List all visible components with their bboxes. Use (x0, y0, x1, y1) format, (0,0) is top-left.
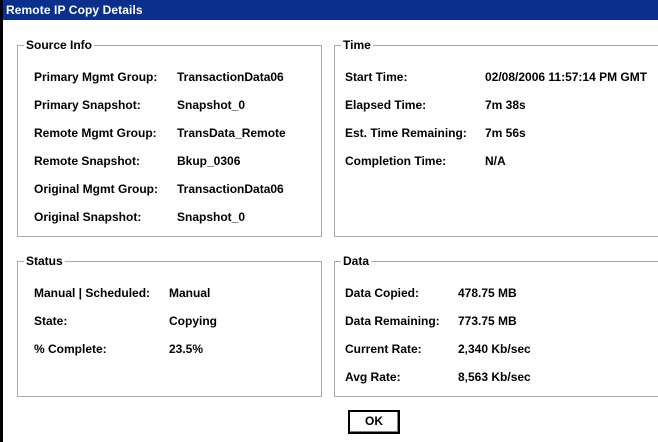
row-value: Bkup_0306 (177, 154, 241, 168)
row-label: Current Rate: (345, 342, 422, 356)
row-value: 2,340 Kb/sec (458, 342, 531, 356)
row-label: State: (34, 314, 68, 328)
row-label: Est. Time Remaining: (345, 126, 467, 140)
row-value: Manual (169, 286, 211, 300)
row-value: 7m 56s (485, 126, 526, 140)
remote-ip-copy-details-dialog: Remote IP Copy Details Source Info Prima… (0, 0, 658, 442)
row-value: Snapshot_0 (177, 210, 246, 224)
time-group: Time Start Time: 02/08/2006 11:57:14 PM … (334, 37, 658, 237)
time-title: Time (341, 37, 373, 53)
row-label: Primary Mgmt Group: (34, 70, 158, 84)
row-value: 773.75 MB (458, 314, 517, 328)
data-title: Data (341, 253, 372, 269)
data-group: Data Data Copied: 478.75 MB Data Remaini… (334, 253, 658, 397)
row-value: 8,563 Kb/sec (458, 370, 531, 384)
row-value: 23.5% (169, 342, 204, 356)
row-label: % Complete: (34, 342, 107, 356)
row-label: Remote Snapshot: (34, 154, 141, 168)
row-value: Snapshot_0 (177, 98, 246, 112)
row-label: Remote Mgmt Group: (34, 126, 157, 140)
source-info-group: Source Info Primary Mgmt Group: Transact… (17, 37, 322, 237)
row-label: Avg Rate: (345, 370, 401, 384)
ok-button[interactable]: OK (348, 410, 400, 434)
row-value: TransactionData06 (177, 70, 284, 84)
window-title: Remote IP Copy Details (3, 0, 658, 20)
row-label: Data Copied: (345, 286, 420, 300)
row-label: Data Remaining: (345, 314, 440, 328)
row-label: Original Snapshot: (34, 210, 142, 224)
status-title: Status (24, 253, 65, 269)
row-value: 02/08/2006 11:57:14 PM GMT (485, 70, 648, 84)
row-label: Manual | Scheduled: (34, 286, 151, 300)
row-label: Original Mgmt Group: (34, 182, 158, 196)
row-value: Copying (169, 314, 217, 328)
row-value: 7m 38s (485, 98, 526, 112)
row-value: TransactionData06 (177, 182, 284, 196)
row-label: Elapsed Time: (345, 98, 427, 112)
row-label: Start Time: (345, 70, 408, 84)
row-label: Primary Snapshot: (34, 98, 141, 112)
source-info-title: Source Info (24, 37, 95, 53)
row-label: Completion Time: (345, 154, 447, 168)
row-value: TransData_Remote (177, 126, 286, 140)
row-value: 478.75 MB (458, 286, 517, 300)
status-group: Status Manual | Scheduled: Manual State:… (17, 253, 322, 397)
row-value: N/A (485, 154, 506, 168)
